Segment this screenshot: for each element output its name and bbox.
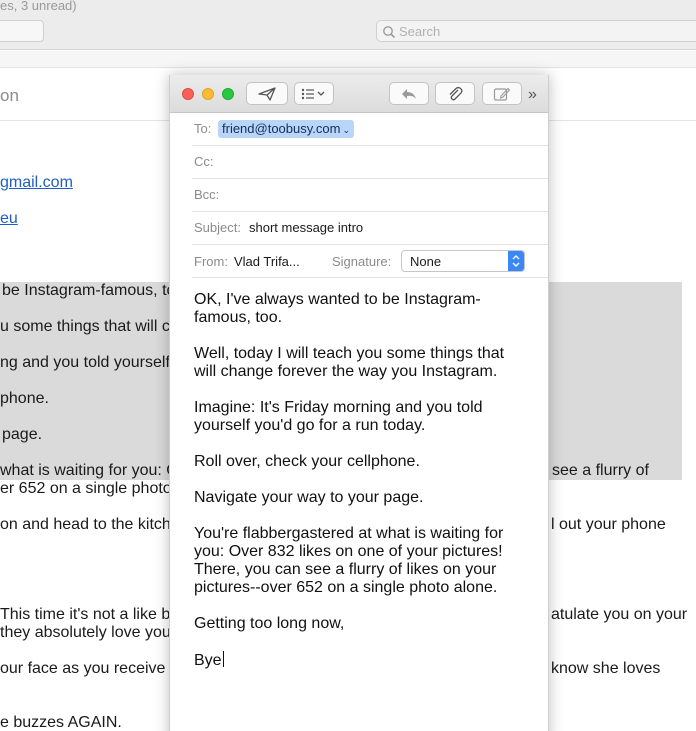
recipient-token[interactable]: friend@toobusy.com ⌄	[218, 120, 355, 138]
recipient-address: friend@toobusy.com	[222, 121, 341, 136]
cc-label: Cc:	[194, 154, 214, 169]
attach-button[interactable]	[435, 82, 475, 105]
body-paragraph: Imagine: It's Friday morning and you tol…	[194, 399, 483, 434]
subject-label: Subject:	[194, 220, 241, 235]
message-text-line: atulate you on your	[551, 606, 688, 623]
body-paragraph: Bye	[194, 652, 222, 669]
message-text-line: they absolutely love you	[0, 624, 171, 641]
message-text-line: page.	[2, 426, 43, 443]
body-paragraph: Roll over, check your cellphone.	[194, 453, 420, 470]
paper-plane-icon	[258, 86, 276, 101]
compose-toolbar: »	[170, 75, 548, 113]
list-icon	[301, 88, 325, 99]
to-label: To:	[194, 121, 212, 136]
message-text-line: see a flurry of	[552, 462, 649, 479]
mailbox-status-text: es, 3 unread)	[0, 0, 77, 13]
body-last-line: Bye	[194, 651, 514, 670]
zoom-window-button[interactable]	[222, 88, 234, 100]
message-text-line: e buzzes AGAIN.	[0, 714, 122, 731]
body-paragraph: Well, today I will teach you some things…	[194, 345, 505, 380]
minimize-window-button[interactable]	[202, 88, 214, 100]
email-link[interactable]: gmail.com	[0, 174, 73, 192]
from-label: From:	[194, 254, 228, 269]
subject-value: short message intro	[249, 220, 364, 235]
message-text-line: er 652 on a single photo a	[0, 480, 186, 497]
body-paragraph: Getting too long now,	[194, 615, 345, 632]
signature-select[interactable]: None	[401, 250, 525, 272]
signature-label: Signature:	[332, 254, 392, 269]
message-text-line: This time it's not a like b	[0, 606, 171, 623]
more-toolbar-items-button[interactable]: »	[528, 86, 537, 104]
message-text-line: be Instagram-famous, to	[2, 282, 176, 299]
search-field[interactable]: Search	[376, 20, 696, 42]
message-text-line: on and head to the kitch	[0, 516, 171, 533]
bcc-field[interactable]: Bcc:	[192, 179, 548, 212]
from-field-row: From: Vlad Trifa... Signature: None	[192, 245, 548, 278]
chevron-down-icon: ⌄	[342, 125, 351, 135]
message-text-line: l out your phone	[551, 516, 666, 533]
close-window-button[interactable]	[182, 88, 194, 100]
message-header-text: on	[0, 86, 19, 105]
body-paragraph: Navigate your way to your page.	[194, 489, 424, 506]
message-text-line: what is waiting for you: O	[0, 462, 179, 479]
email-link[interactable]: eu	[0, 210, 18, 228]
message-text-line: u some things that will ch	[0, 318, 179, 335]
message-list-header	[0, 51, 696, 68]
search-icon	[383, 26, 396, 39]
message-text-line: ng and you told yourself y	[0, 354, 183, 371]
message-text-line: phone.	[0, 390, 49, 407]
body-paragraph: You're flabbergastered at what is waitin…	[194, 525, 504, 596]
cc-field[interactable]: Cc:	[192, 146, 548, 179]
select-stepper-icon	[508, 251, 524, 271]
to-field-row[interactable]: To: friend@toobusy.com ⌄	[192, 113, 548, 146]
message-text-line: our face as you receive a	[0, 660, 179, 677]
search-placeholder: Search	[399, 24, 441, 39]
paperclip-icon	[449, 86, 463, 100]
signature-value: None	[410, 254, 442, 269]
message-text-line: know she loves	[551, 660, 661, 677]
bcc-label: Bcc:	[194, 187, 220, 202]
body-paragraph: OK, I've always wanted to be Instagram-f…	[194, 291, 481, 326]
from-account-popup[interactable]: Vlad Trifa...	[234, 254, 300, 269]
format-list-button[interactable]	[294, 82, 334, 105]
send-button[interactable]	[246, 82, 288, 105]
mail-toolbar: es, 3 unread) Search	[0, 0, 696, 50]
reply-arrow-icon	[402, 88, 416, 99]
markup-icon	[493, 87, 511, 101]
markup-button[interactable]	[482, 82, 522, 105]
toolbar-control[interactable]	[0, 20, 44, 42]
subject-field[interactable]: Subject: short message intro	[192, 212, 548, 245]
reply-button[interactable]	[389, 82, 429, 105]
text-caret	[222, 651, 224, 667]
message-body-editor[interactable]: OK, I've always wanted to be Instagram-f…	[194, 291, 514, 688]
compose-window: » To: friend@toobusy.com ⌄ Cc: Bcc: Subje…	[169, 75, 549, 731]
